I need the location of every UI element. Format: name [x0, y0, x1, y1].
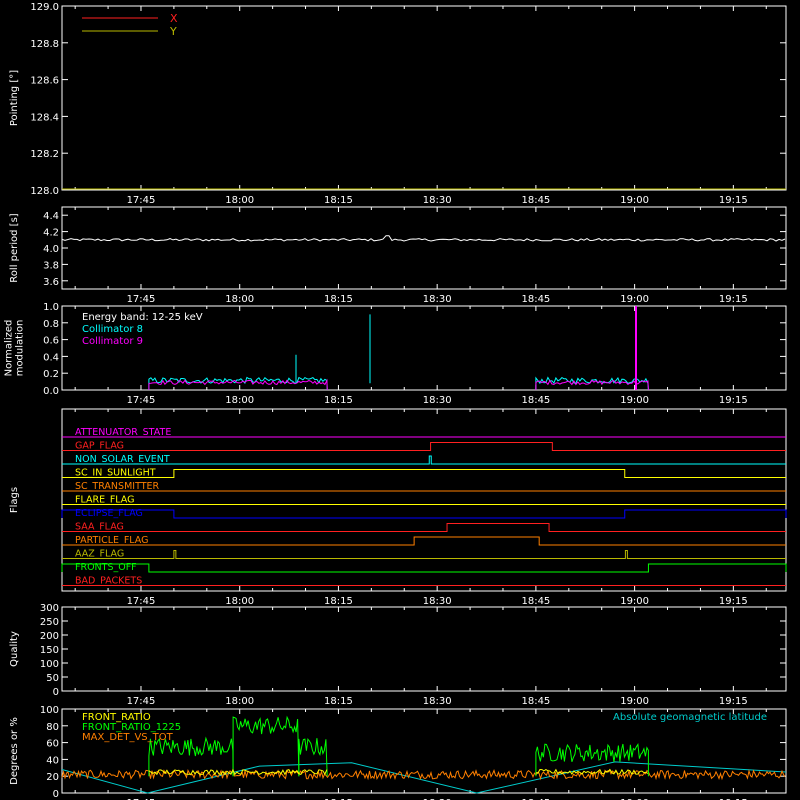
flag-label: NON_SOLAR_EVENT — [75, 454, 170, 465]
y-tick-label: 128.6 — [30, 76, 59, 87]
x-tick-label: 18:15 — [324, 195, 353, 206]
x-tick-label: 18:00 — [225, 195, 254, 206]
y-tick-label: 250 — [40, 617, 59, 628]
x-tick-label: 18:30 — [423, 696, 452, 707]
y-tick-label: 0.6 — [43, 336, 59, 347]
y-axis-label: Roll period [s] — [9, 213, 20, 282]
x-tick-label: 18:15 — [324, 294, 353, 305]
y-tick-label: 50 — [46, 673, 59, 684]
flag-label: PARTICLE_FLAG — [75, 535, 148, 546]
y-tick-label: 0 — [53, 789, 59, 800]
x-tick-label: 18:45 — [521, 395, 550, 406]
y-tick-label: 0.2 — [43, 369, 59, 380]
y-axis-label: Quality — [9, 631, 20, 667]
x-tick-label: 17:45 — [127, 395, 156, 406]
x-tick-label: 18:45 — [521, 294, 550, 305]
y-tick-label: 128.4 — [30, 112, 59, 123]
y-tick-label: 128.2 — [30, 149, 59, 160]
flag-label: AAZ_FLAG — [75, 549, 124, 560]
hessi-observing-summary-plot: 17:45 18:00 18:15 18:30 18:45 19:00 19:15 128.0… — [0, 0, 800, 800]
y-tick-label: 80 — [46, 722, 59, 733]
x-tick-label: 18:30 — [423, 294, 452, 305]
legend-label-max-det-vs-tot: MAX_DET_VS_TOT — [82, 732, 174, 743]
x-tick-label: 18:30 — [423, 596, 452, 607]
y-tick-label: 0.0 — [43, 386, 59, 397]
x-tick-label: 19:00 — [620, 395, 649, 406]
x-tick-label: 19:00 — [620, 696, 649, 707]
legend-label-x: X — [170, 12, 178, 25]
figure-background — [0, 0, 800, 800]
x-tick-label: 19:15 — [719, 195, 748, 206]
x-tick-label: 19:00 — [620, 195, 649, 206]
x-tick-label: 18:00 — [225, 294, 254, 305]
legend-label-collimator-8: Collimator 8 — [82, 324, 143, 335]
x-tick-label: 17:45 — [127, 195, 156, 206]
x-tick-label: 18:00 — [225, 395, 254, 406]
y-tick-label: 0 — [53, 687, 59, 698]
y-tick-label: 150 — [40, 645, 59, 656]
y-tick-label: 3.6 — [43, 277, 59, 288]
y-tick-label: 4.4 — [43, 211, 59, 222]
x-tick-label: 17:45 — [127, 294, 156, 305]
x-tick-label: 18:30 — [423, 395, 452, 406]
y-tick-label: 100 — [40, 659, 59, 670]
y-tick-label: 200 — [40, 631, 59, 642]
y-tick-label: 129.0 — [30, 2, 59, 13]
flag-label: SAA_FLAG — [75, 522, 124, 533]
flag-label: SC_IN_SUNLIGHT — [75, 468, 156, 479]
y-tick-label: 100 — [40, 705, 59, 716]
x-tick-label: 18:45 — [521, 696, 550, 707]
x-tick-label: 18:15 — [324, 395, 353, 406]
x-tick-label: 19:15 — [719, 395, 748, 406]
y-tick-label: 128.0 — [30, 186, 59, 197]
flag-label: SC_TRANSMITTER — [75, 481, 160, 492]
flag-label: BAD_PACKETS — [75, 576, 142, 587]
y-axis-label: Pointing [°] — [9, 70, 20, 126]
x-tick-label: 19:15 — [719, 696, 748, 707]
x-tick-label: 18:45 — [521, 596, 550, 607]
x-tick-label: 18:00 — [225, 596, 254, 607]
energy-band-annotation: Energy band: 12-25 keV — [82, 312, 203, 323]
y-tick-label: 40 — [46, 755, 59, 766]
flag-label: GAP_FLAG — [75, 441, 124, 452]
y-tick-label: 3.8 — [43, 260, 59, 271]
flag-label: ATTENUATOR_STATE — [75, 427, 171, 438]
y-axis-label: Flags — [9, 487, 20, 513]
y-tick-label: 4.0 — [43, 244, 59, 255]
y-tick-label: 1.0 — [43, 302, 59, 313]
x-tick-label: 18:00 — [225, 696, 254, 707]
x-tick-label: 18:15 — [324, 596, 353, 607]
x-tick-label: 19:00 — [620, 596, 649, 607]
y-tick-label: 300 — [40, 603, 59, 614]
x-tick-label: 18:30 — [423, 195, 452, 206]
y-tick-label: 20 — [46, 772, 59, 783]
y-tick-label: 0.4 — [43, 352, 59, 363]
x-tick-label: 17:45 — [127, 696, 156, 707]
x-tick-label: 18:45 — [521, 195, 550, 206]
y-tick-label: 128.8 — [30, 39, 59, 50]
x-tick-label: 19:15 — [719, 596, 748, 607]
y-axis-label: Normalized — [4, 320, 15, 377]
legend-label-geomagnetic-latitude: Absolute geomagnetic latitude — [613, 712, 767, 723]
legend-label-y: Y — [169, 25, 177, 38]
x-tick-label: 17:45 — [127, 596, 156, 607]
y-tick-label: 4.2 — [43, 228, 59, 239]
flag-label: FLARE_FLAG — [75, 495, 135, 506]
x-tick-label: 19:00 — [620, 294, 649, 305]
y-tick-label: 60 — [46, 739, 59, 750]
y-axis-label: Degrees or % — [9, 717, 20, 785]
legend-label-collimator-9: Collimator 9 — [82, 336, 143, 347]
y-tick-label: 0.8 — [43, 319, 59, 330]
x-tick-label: 18:15 — [324, 696, 353, 707]
y-axis-label: modulation — [15, 320, 26, 377]
x-tick-label: 19:15 — [719, 294, 748, 305]
